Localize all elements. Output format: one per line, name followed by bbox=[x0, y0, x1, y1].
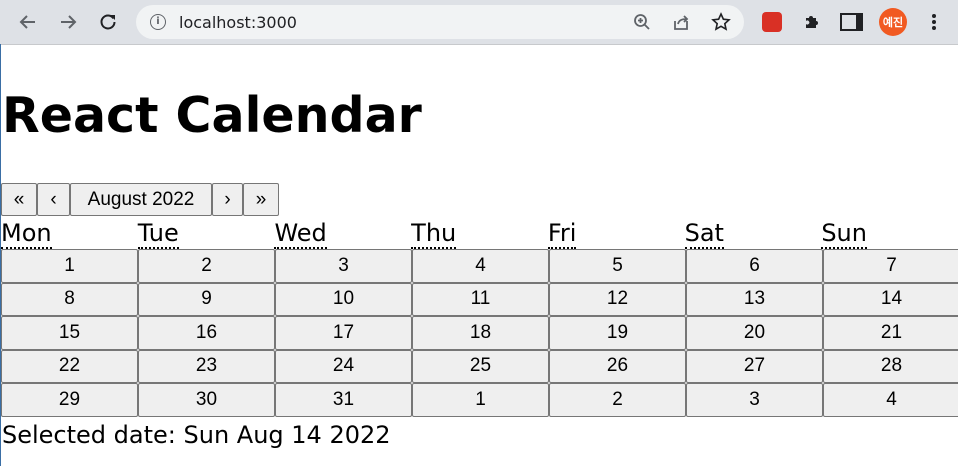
day-button[interactable]: 7 bbox=[823, 249, 958, 283]
day-button[interactable]: 4 bbox=[823, 383, 958, 417]
kebab-menu-icon[interactable] bbox=[921, 9, 947, 35]
arrow-right-icon[interactable] bbox=[54, 8, 82, 36]
day-button[interactable]: 23 bbox=[138, 349, 275, 383]
day-button[interactable]: 25 bbox=[412, 349, 549, 383]
url-text[interactable]: localhost:3000 bbox=[179, 13, 297, 32]
day-button[interactable]: 24 bbox=[275, 349, 412, 383]
day-button[interactable]: 6 bbox=[686, 249, 823, 283]
day-button[interactable]: 17 bbox=[275, 316, 412, 350]
day-button[interactable]: 2 bbox=[138, 249, 275, 283]
day-button[interactable]: 5 bbox=[549, 249, 686, 283]
weekday-sat: Sat bbox=[684, 218, 822, 249]
selected-date-text: Selected date: Sun Aug 14 2022 bbox=[2, 421, 391, 449]
day-button[interactable]: 19 bbox=[549, 316, 686, 350]
day-button[interactable]: 4 bbox=[412, 249, 549, 283]
day-button[interactable]: 3 bbox=[275, 249, 412, 283]
day-button[interactable]: 22 bbox=[1, 349, 138, 383]
day-button[interactable]: 31 bbox=[275, 383, 412, 417]
weekday-label: Sat bbox=[684, 219, 724, 249]
day-button[interactable]: 18 bbox=[412, 316, 549, 350]
browser-toolbar: i localhost:3000 예진 bbox=[0, 0, 958, 45]
extension-icon[interactable] bbox=[759, 9, 785, 35]
month-label-button[interactable]: August 2022 bbox=[70, 183, 212, 216]
day-button[interactable]: 10 bbox=[275, 282, 412, 316]
day-button[interactable]: 28 bbox=[823, 349, 958, 383]
day-button[interactable]: 12 bbox=[549, 282, 686, 316]
weekday-label: Wed bbox=[274, 219, 327, 249]
arrow-left-icon[interactable] bbox=[14, 8, 42, 36]
weekday-label: Sun bbox=[821, 219, 867, 249]
info-icon[interactable]: i bbox=[150, 14, 166, 30]
calendar-navigation: « ‹ August 2022 › » bbox=[1, 183, 279, 216]
weekday-label: Thu bbox=[411, 219, 457, 249]
day-button[interactable]: 15 bbox=[1, 316, 138, 350]
weekday-mon: Mon bbox=[1, 218, 138, 249]
avatar[interactable]: 예진 bbox=[879, 8, 907, 36]
day-button[interactable]: 8 bbox=[1, 282, 138, 316]
day-button[interactable]: 11 bbox=[412, 282, 549, 316]
weekday-fri: Fri bbox=[547, 218, 685, 249]
day-button[interactable]: 21 bbox=[823, 316, 958, 350]
share-icon[interactable] bbox=[669, 10, 693, 34]
next-month-button[interactable]: › bbox=[212, 183, 243, 216]
day-button[interactable]: 13 bbox=[686, 282, 823, 316]
day-button[interactable]: 30 bbox=[138, 383, 275, 417]
weekday-sun: Sun bbox=[821, 218, 958, 249]
day-button[interactable]: 16 bbox=[138, 316, 275, 350]
weekday-label: Mon bbox=[1, 219, 52, 249]
days-grid: 1 2 3 4 5 6 7 8 9 10 11 12 13 14 15 16 17 18 19 20 21 22 23 24 2… bbox=[1, 249, 958, 417]
weekday-header: Mon Tue Wed Thu Fri Sat Sun bbox=[1, 218, 958, 249]
day-button[interactable]: 26 bbox=[549, 349, 686, 383]
weekday-wed: Wed bbox=[274, 218, 411, 249]
page-title: React Calendar bbox=[2, 87, 422, 144]
day-button[interactable]: 2 bbox=[549, 383, 686, 417]
star-icon[interactable] bbox=[709, 10, 733, 34]
day-button[interactable]: 14 bbox=[823, 282, 958, 316]
day-button[interactable]: 1 bbox=[1, 249, 138, 283]
reload-icon[interactable] bbox=[94, 8, 122, 36]
day-button[interactable]: 20 bbox=[686, 316, 823, 350]
side-panel-icon[interactable] bbox=[838, 9, 864, 35]
weekday-label: Tue bbox=[137, 219, 179, 249]
day-button[interactable]: 3 bbox=[686, 383, 823, 417]
weekday-tue: Tue bbox=[137, 218, 275, 249]
zoom-icon[interactable] bbox=[630, 10, 654, 34]
next-year-button[interactable]: » bbox=[243, 183, 279, 216]
prev-month-button[interactable]: ‹ bbox=[37, 183, 70, 216]
weekday-label: Fri bbox=[547, 219, 577, 249]
weekday-thu: Thu bbox=[411, 218, 548, 249]
day-button[interactable]: 29 bbox=[1, 383, 138, 417]
day-button[interactable]: 27 bbox=[686, 349, 823, 383]
prev-year-button[interactable]: « bbox=[1, 183, 37, 216]
day-button[interactable]: 1 bbox=[412, 383, 549, 417]
puzzle-icon[interactable] bbox=[799, 9, 825, 35]
day-button[interactable]: 9 bbox=[138, 282, 275, 316]
address-bar[interactable]: i localhost:3000 bbox=[136, 5, 744, 39]
